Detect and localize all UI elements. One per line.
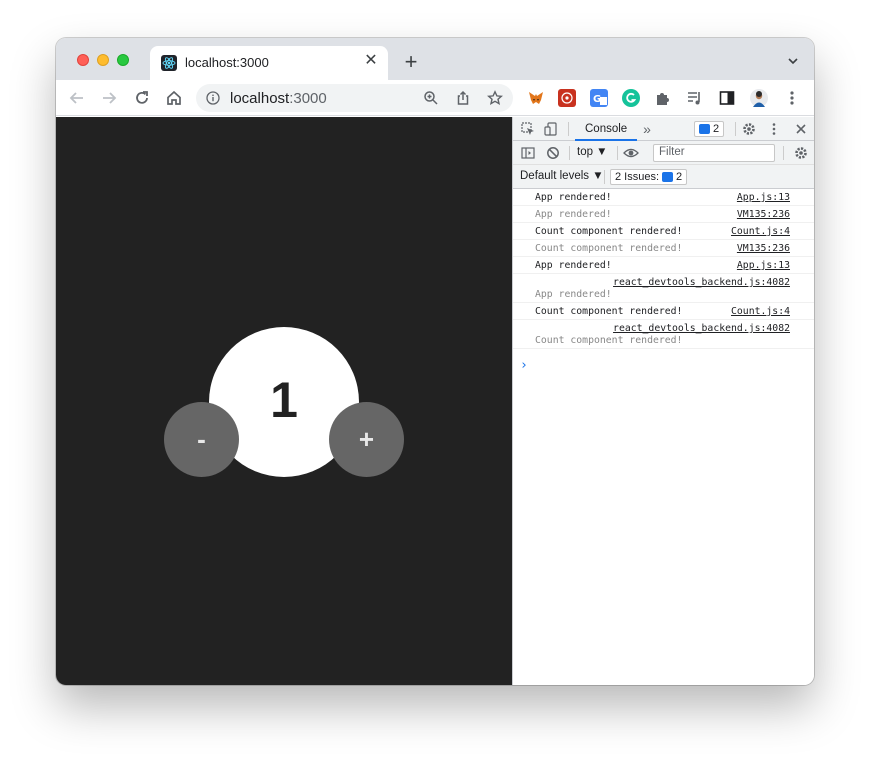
browser-window: localhost:3000 ✕ + localhost:3000 G 1 - … bbox=[56, 38, 814, 685]
browser-tab[interactable]: localhost:3000 ✕ bbox=[150, 46, 388, 80]
log-message: App rendered! bbox=[535, 209, 612, 220]
home-icon[interactable] bbox=[163, 87, 185, 109]
log-message: App rendered! bbox=[535, 192, 612, 203]
reload-icon[interactable] bbox=[131, 87, 153, 109]
browser-menu-kebab-icon[interactable] bbox=[783, 89, 801, 107]
issue-message-icon bbox=[662, 172, 674, 182]
url-port: :3000 bbox=[289, 90, 327, 107]
log-source-link[interactable]: Count.js:4 bbox=[731, 226, 790, 237]
grammarly-extension-icon[interactable] bbox=[622, 89, 640, 107]
log-entry: App rendered! App.js:13 bbox=[513, 189, 814, 206]
issues-count: 2 bbox=[676, 171, 683, 183]
divider bbox=[617, 146, 618, 160]
tab-close-icon[interactable]: ✕ bbox=[362, 52, 380, 70]
log-message: Count component rendered! bbox=[535, 226, 683, 237]
issues-label: 2 Issues: bbox=[615, 171, 660, 183]
divider bbox=[569, 146, 570, 160]
console-log-list: App rendered! App.js:13 App rendered! VM… bbox=[513, 189, 814, 349]
more-tabs-chevron-icon[interactable]: » bbox=[639, 121, 655, 137]
log-entry: App rendered! VM135:236 bbox=[513, 206, 814, 223]
log-source-link[interactable]: App.js:13 bbox=[737, 192, 790, 203]
messages-badge[interactable]: 2 bbox=[694, 121, 725, 137]
divider bbox=[783, 146, 784, 160]
inspect-element-icon[interactable] bbox=[520, 121, 536, 137]
log-source-link[interactable]: react_devtools_backend.js:4082 bbox=[613, 323, 790, 334]
divider bbox=[604, 170, 605, 184]
issues-button[interactable]: 2 Issues: 2 bbox=[610, 169, 688, 185]
url-text: localhost:3000 bbox=[230, 90, 327, 107]
google-translate-extension-icon[interactable]: G bbox=[590, 89, 608, 107]
zoom-icon[interactable] bbox=[420, 87, 442, 109]
tab-search-chevron-icon[interactable] bbox=[786, 54, 800, 68]
log-source-link[interactable]: VM135:236 bbox=[737, 243, 790, 254]
tab-title: localhost:3000 bbox=[185, 55, 269, 70]
log-entry: Count component rendered! Count.js:4 bbox=[513, 223, 814, 240]
log-message: App rendered! bbox=[535, 260, 612, 271]
device-toolbar-icon[interactable] bbox=[543, 121, 559, 137]
messages-count: 2 bbox=[713, 123, 720, 135]
log-source-link[interactable]: App.js:13 bbox=[737, 260, 790, 271]
log-entry: react_devtools_backend.js:4082 Count com… bbox=[513, 320, 814, 349]
extensions-puzzle-icon[interactable] bbox=[654, 89, 672, 107]
bookmark-star-icon[interactable] bbox=[484, 87, 506, 109]
devtools-panel: Console » 2 top ▼ Filter Default levels … bbox=[512, 117, 814, 685]
react-devtools-extension-icon[interactable] bbox=[558, 89, 576, 107]
metamask-extension-icon[interactable] bbox=[527, 89, 545, 107]
window-close-button[interactable] bbox=[77, 54, 89, 66]
log-entry: Count component rendered! Count.js:4 bbox=[513, 303, 814, 320]
log-entry: react_devtools_backend.js:4082 App rende… bbox=[513, 274, 814, 303]
context-selector[interactable]: top ▼ bbox=[577, 146, 608, 158]
clear-console-icon[interactable] bbox=[545, 145, 561, 161]
side-panel-icon[interactable] bbox=[718, 89, 736, 107]
decrement-button[interactable]: - bbox=[164, 402, 239, 477]
divider bbox=[568, 122, 569, 136]
log-entry: App rendered! App.js:13 bbox=[513, 257, 814, 274]
divider bbox=[735, 122, 736, 136]
console-toolbar: top ▼ Filter bbox=[513, 141, 814, 165]
react-favicon-icon bbox=[161, 55, 177, 71]
log-levels-dropdown[interactable]: Default levels ▼ bbox=[520, 170, 604, 182]
settings-gear-icon[interactable] bbox=[741, 121, 757, 137]
media-queue-icon[interactable] bbox=[686, 89, 704, 107]
new-tab-button[interactable]: + bbox=[400, 51, 422, 73]
window-minimize-button[interactable] bbox=[97, 54, 109, 66]
devtools-close-icon[interactable] bbox=[793, 121, 809, 137]
log-source-link[interactable]: react_devtools_backend.js:4082 bbox=[613, 277, 790, 288]
forward-arrow-icon[interactable] bbox=[98, 87, 120, 109]
tab-strip: localhost:3000 ✕ + bbox=[56, 38, 814, 80]
live-expression-eye-icon[interactable] bbox=[623, 145, 639, 161]
window-maximize-button[interactable] bbox=[117, 54, 129, 66]
address-bar[interactable]: localhost:3000 bbox=[196, 84, 513, 112]
tab-console[interactable]: Console bbox=[575, 117, 638, 141]
filter-input[interactable]: Filter bbox=[653, 144, 775, 162]
log-message: Count component rendered! bbox=[535, 306, 683, 317]
log-message: App rendered! bbox=[535, 289, 612, 300]
url-host: localhost bbox=[230, 90, 290, 107]
back-arrow-icon[interactable] bbox=[66, 87, 88, 109]
svg-text:G: G bbox=[593, 94, 601, 105]
console-settings-gear-icon[interactable] bbox=[793, 145, 809, 161]
browser-toolbar: localhost:3000 G bbox=[56, 80, 814, 116]
devtools-menu-kebab-icon[interactable] bbox=[766, 121, 782, 137]
log-message: Count component rendered! bbox=[535, 243, 683, 254]
increment-button[interactable]: + bbox=[329, 402, 404, 477]
profile-avatar[interactable] bbox=[750, 89, 768, 107]
share-icon[interactable] bbox=[452, 87, 474, 109]
site-info-icon[interactable] bbox=[206, 91, 220, 105]
log-source-link[interactable]: VM135:236 bbox=[737, 209, 790, 220]
console-levels-bar: Default levels ▼ 2 Issues: 2 bbox=[513, 165, 814, 189]
log-message: Count component rendered! bbox=[535, 335, 683, 346]
show-sidebar-icon[interactable] bbox=[520, 145, 536, 161]
log-entry: Count component rendered! VM135:236 bbox=[513, 240, 814, 257]
app-viewport: 1 - + bbox=[56, 117, 512, 685]
console-prompt-icon[interactable]: › bbox=[520, 358, 528, 373]
message-icon bbox=[699, 124, 710, 134]
count-value: 1 bbox=[270, 372, 298, 428]
log-source-link[interactable]: Count.js:4 bbox=[731, 306, 790, 317]
devtools-tabbar: Console » 2 bbox=[513, 117, 814, 141]
